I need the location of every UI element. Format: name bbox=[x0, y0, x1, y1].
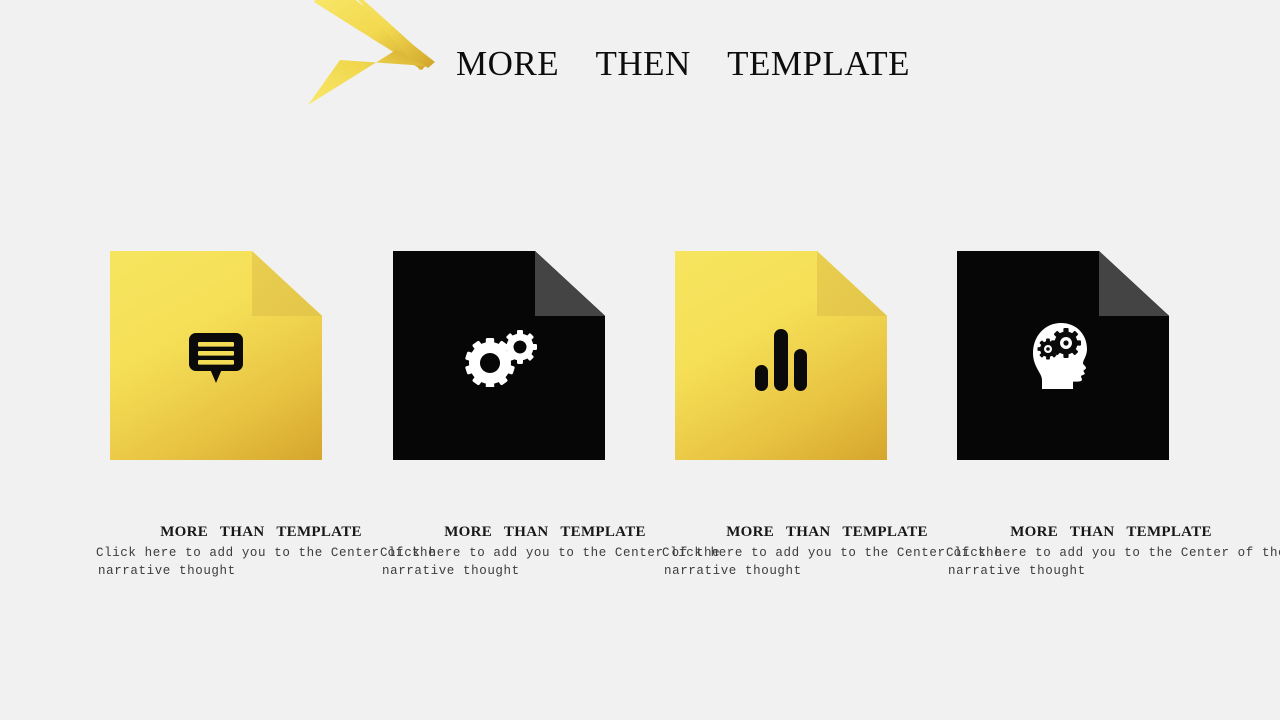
card-2[interactable] bbox=[393, 251, 605, 460]
speech-bubble-icon bbox=[110, 251, 322, 460]
card-2-body-line-2: narrative thought bbox=[382, 563, 520, 578]
card-3-heading: MORE THAN TEMPLATE bbox=[726, 524, 928, 540]
head-gears-icon bbox=[957, 251, 1169, 460]
card-4-text: MORE THAN TEMPLATE Click here to add you… bbox=[946, 523, 1280, 580]
card-3-body: Click here to add you to the Center of t… bbox=[662, 545, 1003, 580]
card-4-tile[interactable] bbox=[957, 251, 1169, 460]
card-4-body-line-2: narrative thought bbox=[948, 563, 1086, 578]
card-2-heading: MORE THAN TEMPLATE bbox=[444, 524, 646, 540]
card-2-body-line-1: Click here to add you to the Center of t… bbox=[380, 546, 721, 560]
card-3-tile[interactable] bbox=[675, 251, 887, 460]
gears-icon bbox=[393, 251, 605, 460]
bar-chart-icon bbox=[675, 251, 887, 460]
card-3-body-line-1: Click here to add you to the Center of t… bbox=[662, 546, 1003, 560]
card-1-body-line-2: narrative thought bbox=[98, 563, 236, 578]
card-1-body: Click here to add you to the Center of t… bbox=[96, 545, 437, 580]
card-2-body: Click here to add you to the Center of t… bbox=[380, 545, 721, 580]
card-1[interactable] bbox=[110, 251, 322, 460]
card-1-text: MORE THAN TEMPLATE Click here to add you… bbox=[96, 523, 437, 580]
card-3-body-line-2: narrative thought bbox=[664, 563, 802, 578]
card-4-body: Click here to add you to the Center of t… bbox=[946, 545, 1280, 580]
card-4-body-line-1: Click here to add you to the Center of t… bbox=[946, 546, 1280, 560]
card-3-text: MORE THAN TEMPLATE Click here to add you… bbox=[662, 523, 1003, 580]
cards-container: MORE THAN TEMPLATE Click here to add you… bbox=[0, 0, 1280, 720]
card-1-tile[interactable] bbox=[110, 251, 322, 460]
card-4[interactable] bbox=[957, 251, 1169, 460]
card-3[interactable] bbox=[675, 251, 887, 460]
card-2-text: MORE THAN TEMPLATE Click here to add you… bbox=[380, 523, 721, 580]
card-2-tile[interactable] bbox=[393, 251, 605, 460]
card-1-body-line-1: Click here to add you to the Center of t… bbox=[96, 546, 437, 560]
card-1-heading: MORE THAN TEMPLATE bbox=[160, 524, 362, 540]
card-4-heading: MORE THAN TEMPLATE bbox=[1010, 524, 1212, 540]
